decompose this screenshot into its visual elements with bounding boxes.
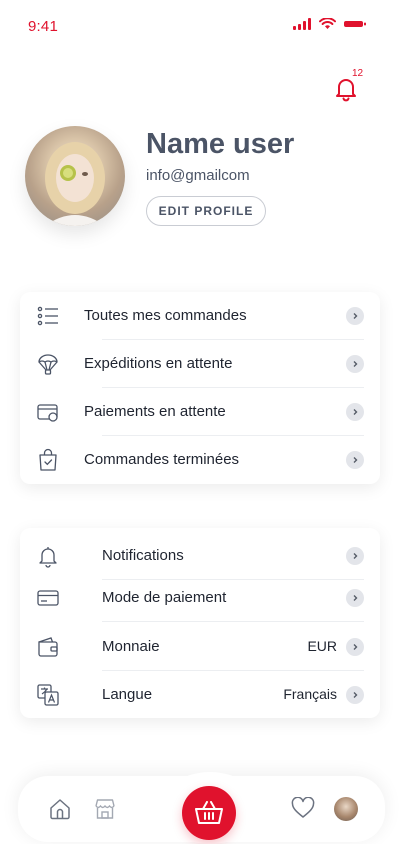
menu-item-all-orders[interactable]: Toutes mes commandes <box>20 292 380 340</box>
menu-item-label: Expéditions en attente <box>84 355 233 372</box>
signal-icon <box>293 18 311 30</box>
avatar-photo <box>45 142 105 226</box>
bell-icon <box>336 79 356 102</box>
menu-item-notifications[interactable]: Notifications <box>20 532 380 580</box>
edit-profile-button[interactable]: EDIT PROFILE <box>146 196 266 226</box>
status-bar: 9:41 <box>0 0 400 50</box>
wallet-icon <box>37 404 58 422</box>
profile-avatar[interactable] <box>25 126 125 226</box>
credit-card-icon <box>37 590 59 606</box>
profile-avatar-nav[interactable] <box>334 797 358 821</box>
chevron-right-icon <box>346 403 364 421</box>
menu-item-label: Paiements en attente <box>84 403 226 420</box>
basket-icon <box>195 801 223 824</box>
chevron-right-icon <box>346 307 364 325</box>
notification-count: 12 <box>352 68 364 79</box>
menu-item-pending-payments[interactable]: Paiements en attente <box>20 388 380 436</box>
menu-item-label: Monnaie <box>102 638 160 655</box>
chevron-right-icon <box>346 638 364 656</box>
divider <box>102 621 364 622</box>
settings-menu: Notifications Mode de paiement Monnaie E… <box>20 528 380 718</box>
menu-item-label: Mode de paiement <box>102 589 227 606</box>
menu-item-label: Toutes mes commandes <box>84 307 247 324</box>
list-icon <box>37 306 58 326</box>
heart-icon[interactable] <box>291 797 315 819</box>
chevron-right-icon <box>346 589 364 607</box>
chevron-right-icon <box>346 686 364 704</box>
store-icon[interactable] <box>93 797 117 821</box>
status-time: 9:41 <box>28 18 58 35</box>
menu-item-label: Langue <box>102 686 153 703</box>
chevron-right-icon <box>346 547 364 565</box>
menu-item-completed-orders[interactable]: Commandes terminées <box>20 436 380 484</box>
profile-name: Name user <box>146 128 295 160</box>
battery-icon <box>344 21 366 27</box>
parachute-icon <box>38 354 58 375</box>
menu-item-currency[interactable]: Monnaie EUR <box>20 623 380 671</box>
language-value: Français <box>283 686 337 702</box>
wifi-icon <box>319 18 336 29</box>
menu-item-pending-shipments[interactable]: Expéditions en attente <box>20 340 380 388</box>
chevron-right-icon <box>346 451 364 469</box>
bell-icon <box>39 547 57 568</box>
menu-item-label: Notifications <box>102 547 184 564</box>
menu-item-language[interactable]: Langue Français <box>20 671 380 719</box>
orders-menu: Toutes mes commandes Expéditions en atte… <box>20 292 380 484</box>
translate-icon <box>37 684 59 706</box>
menu-item-label: Commandes terminées <box>84 451 240 468</box>
home-icon[interactable] <box>48 797 72 821</box>
basket-button[interactable] <box>182 786 236 840</box>
status-icons <box>293 18 366 30</box>
profile-email: info@gmailcom <box>146 167 250 184</box>
wallet-icon <box>38 637 58 657</box>
menu-item-payment-method[interactable]: Mode de paiement <box>20 574 380 622</box>
bag-check-icon <box>39 448 57 471</box>
chevron-right-icon <box>346 355 364 373</box>
currency-value: EUR <box>307 638 337 654</box>
notifications-button[interactable]: 12 <box>330 68 370 108</box>
